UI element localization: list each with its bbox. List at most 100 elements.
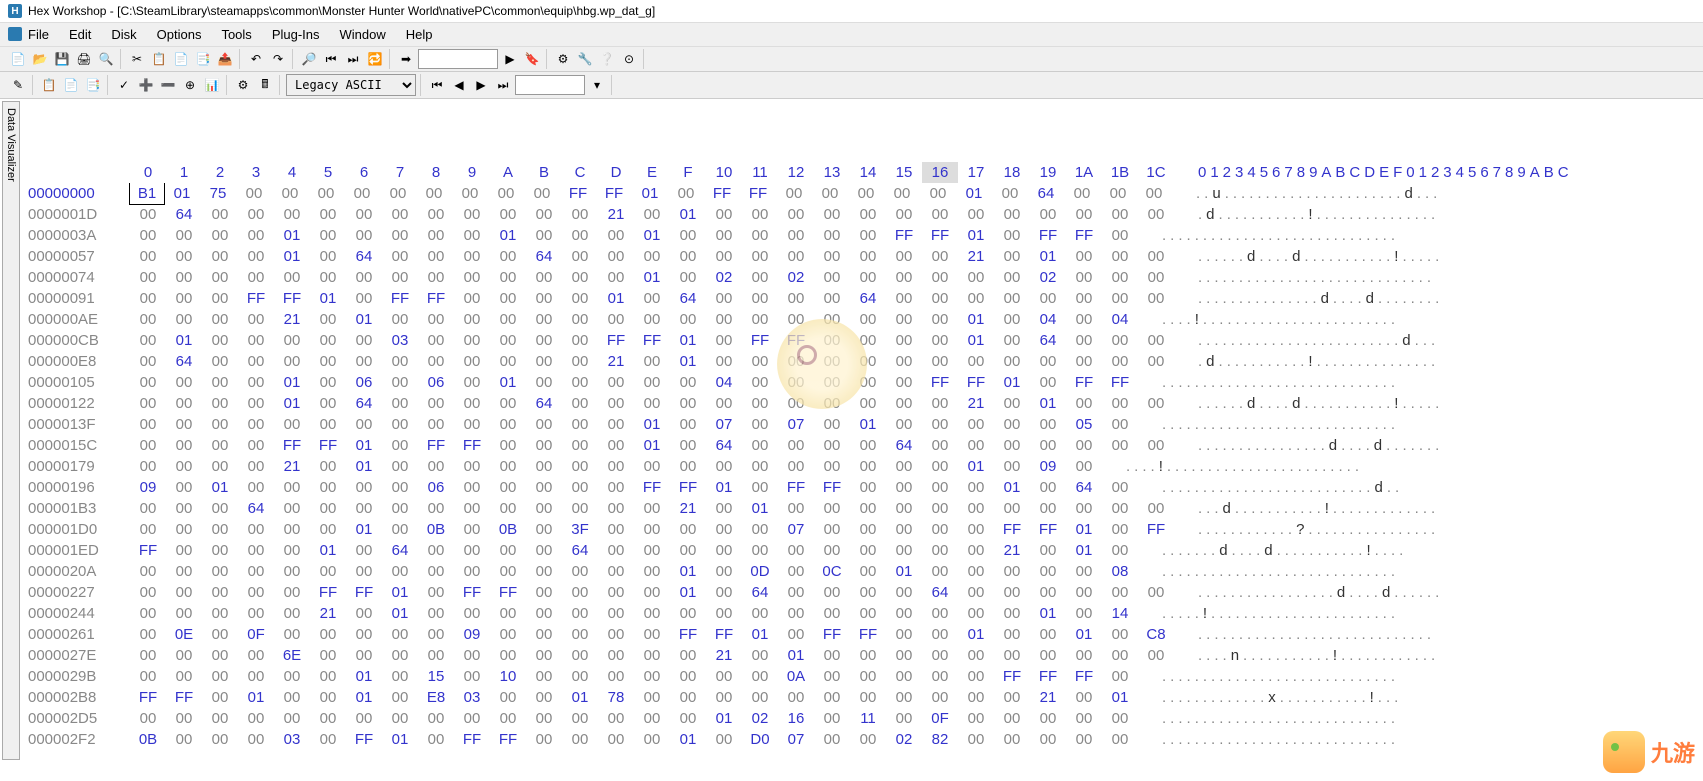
offset-cell[interactable]: 00000122 <box>22 393 122 414</box>
hex-byte[interactable]: 00 <box>274 330 310 351</box>
hex-byte[interactable]: 00 <box>850 309 886 330</box>
tool-a-icon[interactable]: ⚙ <box>553 49 573 69</box>
hex-byte[interactable]: 00 <box>202 666 238 687</box>
offset-cell[interactable]: 0000020A <box>22 561 122 582</box>
hex-byte[interactable]: 00 <box>634 204 670 225</box>
hex-byte[interactable]: 14 <box>1102 603 1138 624</box>
hex-byte[interactable]: 00 <box>1066 351 1102 372</box>
goto-go-icon[interactable]: ▶ <box>500 49 520 69</box>
menu-tools[interactable]: Tools <box>213 25 259 44</box>
hex-byte[interactable]: 00 <box>634 729 670 750</box>
hex-byte[interactable]: 00 <box>310 351 346 372</box>
hex-byte[interactable]: 00 <box>778 456 814 477</box>
help-icon[interactable]: ❔ <box>597 49 617 69</box>
hex-byte[interactable]: 00 <box>454 540 490 561</box>
find-prev-icon[interactable]: ⏮ <box>321 49 341 69</box>
hex-byte[interactable]: 09 <box>130 477 166 498</box>
offset-cell[interactable]: 00000105 <box>22 372 122 393</box>
ascii-cell[interactable]: .................d....d...... <box>1182 582 1443 603</box>
hex-byte[interactable]: 00 <box>814 582 850 603</box>
hex-byte[interactable]: 00 <box>418 624 454 645</box>
hex-byte[interactable]: 00 <box>814 708 850 729</box>
hex-header-col[interactable]: 4 <box>274 162 310 183</box>
hex-byte[interactable]: 00 <box>778 540 814 561</box>
hex-byte[interactable]: 00 <box>958 540 994 561</box>
hex-byte[interactable]: 00 <box>958 708 994 729</box>
undo-icon[interactable]: ↶ <box>246 49 266 69</box>
hex-byte[interactable]: 01 <box>670 729 706 750</box>
hex-byte[interactable]: 00 <box>958 645 994 666</box>
hex-byte[interactable]: 00 <box>382 477 418 498</box>
offset-cell[interactable]: 000000CB <box>22 330 122 351</box>
hex-byte[interactable]: 00 <box>166 393 202 414</box>
hex-byte[interactable]: 03 <box>382 330 418 351</box>
new-file-icon[interactable]: 📄 <box>8 49 28 69</box>
hex-byte[interactable]: 00 <box>850 729 886 750</box>
hex-byte[interactable]: 00 <box>310 561 346 582</box>
hex-byte[interactable]: 00 <box>562 414 598 435</box>
hex-byte[interactable]: 00 <box>814 225 850 246</box>
hex-byte[interactable]: 64 <box>562 540 598 561</box>
hex-byte[interactable]: 00 <box>526 288 562 309</box>
hex-byte[interactable]: 00 <box>562 393 598 414</box>
hex-byte[interactable]: 0F <box>238 624 274 645</box>
hex-byte[interactable]: 00 <box>418 645 454 666</box>
hex-byte[interactable]: 00 <box>1138 645 1174 666</box>
hex-byte[interactable]: 00 <box>850 666 886 687</box>
hex-header-col[interactable]: 10 <box>706 162 742 183</box>
hex-byte[interactable]: 00 <box>994 708 1030 729</box>
hex-byte[interactable]: 00 <box>634 393 670 414</box>
hex-byte[interactable]: 00 <box>598 267 634 288</box>
hex-byte[interactable]: 00 <box>202 351 238 372</box>
hex-byte[interactable]: 00 <box>814 330 850 351</box>
hex-byte[interactable]: 00 <box>742 414 778 435</box>
hex-byte[interactable]: 00 <box>454 309 490 330</box>
hex-byte[interactable]: 00 <box>994 267 1030 288</box>
replace-icon[interactable]: 🔁 <box>365 49 385 69</box>
hex-byte[interactable]: 00 <box>598 582 634 603</box>
hex-byte[interactable]: 00 <box>850 519 886 540</box>
hex-byte[interactable]: 04 <box>1102 309 1138 330</box>
hex-byte[interactable]: 00 <box>670 267 706 288</box>
hex-byte[interactable]: 00 <box>922 414 958 435</box>
hex-byte[interactable]: 00 <box>634 456 670 477</box>
hex-byte[interactable]: 00 <box>886 372 922 393</box>
hex-byte[interactable]: 00 <box>562 330 598 351</box>
hex-byte[interactable]: 00 <box>1066 729 1102 750</box>
hex-byte[interactable]: 00 <box>418 498 454 519</box>
hex-byte[interactable]: 00 <box>598 603 634 624</box>
hex-byte[interactable]: FF <box>922 372 958 393</box>
hex-byte[interactable]: 00 <box>130 414 166 435</box>
hex-byte[interactable]: 03 <box>274 729 310 750</box>
hex-byte[interactable]: 00 <box>238 708 274 729</box>
hex-byte[interactable]: 01 <box>310 288 346 309</box>
hex-byte[interactable]: 00 <box>1030 288 1066 309</box>
hex-byte[interactable]: 00 <box>742 603 778 624</box>
hex-byte[interactable]: FF <box>490 729 526 750</box>
hex-byte[interactable]: 00 <box>598 309 634 330</box>
menu-options[interactable]: Options <box>149 25 210 44</box>
hex-byte[interactable]: 00 <box>814 519 850 540</box>
hex-byte[interactable]: 00 <box>346 603 382 624</box>
hex-byte[interactable]: 00 <box>850 204 886 225</box>
hex-byte[interactable]: 64 <box>166 351 202 372</box>
hex-byte[interactable]: 00 <box>670 687 706 708</box>
find-next-icon[interactable]: ⏭ <box>343 49 363 69</box>
hex-byte[interactable]: 00 <box>706 687 742 708</box>
hex-byte[interactable]: 01 <box>886 561 922 582</box>
hex-byte[interactable]: 00 <box>634 309 670 330</box>
hex-byte[interactable]: 00 <box>562 624 598 645</box>
hex-byte[interactable]: 00 <box>1102 246 1138 267</box>
hex-byte[interactable]: 00 <box>634 624 670 645</box>
hex-byte[interactable]: FF <box>886 225 922 246</box>
ascii-cell[interactable]: ............?................ <box>1182 519 1439 540</box>
hex-byte[interactable]: 01 <box>562 687 598 708</box>
hex-byte[interactable]: 00 <box>490 456 526 477</box>
hex-byte[interactable]: 00 <box>1102 414 1138 435</box>
hex-byte[interactable]: 00 <box>490 435 526 456</box>
hex-byte[interactable]: 15 <box>418 666 454 687</box>
hex-byte[interactable]: 01 <box>670 204 706 225</box>
hex-byte[interactable]: 00 <box>922 330 958 351</box>
hex-byte[interactable]: 00 <box>382 708 418 729</box>
hex-byte[interactable]: 01 <box>274 246 310 267</box>
